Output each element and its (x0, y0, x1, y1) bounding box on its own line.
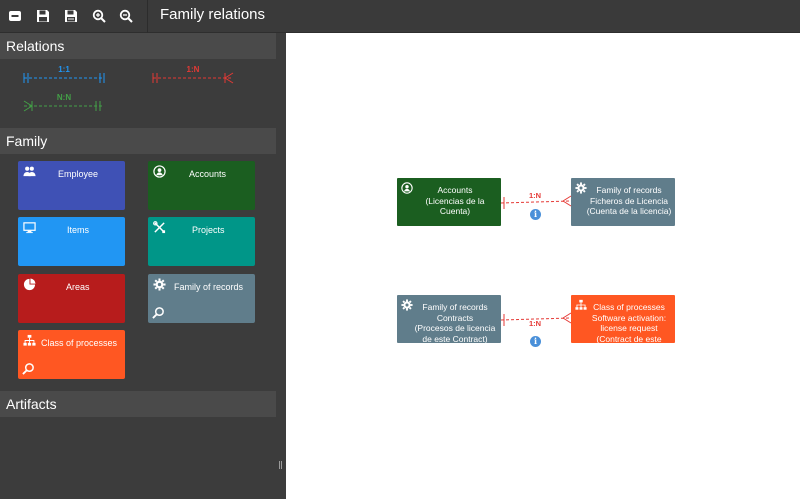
node-family-of-records-ficheros[interactable]: Family of records Ficheros de Licencia (… (571, 178, 675, 226)
zoom-in-button[interactable] (90, 7, 108, 25)
search-icon[interactable] (152, 306, 165, 319)
node-line: Family of records (422, 302, 488, 312)
family-tile-areas[interactable]: Areas (18, 274, 125, 323)
node-line: Family of records (596, 185, 662, 195)
relation-one-to-many-label: 1:N (186, 65, 200, 74)
family-tile-label: Employee (58, 169, 99, 179)
family-tile-label: Areas (66, 282, 90, 292)
tools-icon (153, 221, 166, 234)
node-line: Ficheros de Licencia (590, 195, 668, 206)
family-header[interactable]: Family (0, 128, 276, 154)
diagram-canvas[interactable]: 1:N i 1:N i Accounts (Licencias de la Cu… (286, 33, 800, 499)
connection-label: 1:N (529, 319, 542, 328)
zoom-out-icon (119, 9, 133, 23)
sidebar: Relations 1:1 1:N N:N Family Employee Ac… (0, 33, 276, 499)
connections-layer (500, 195, 572, 326)
node-line: (Contract de este (596, 333, 662, 344)
minus-square-icon (9, 11, 21, 21)
node-line: Software activation: (591, 312, 667, 323)
family-tile-accounts[interactable]: Accounts (148, 161, 255, 210)
family-tile-label: Projects (192, 225, 225, 235)
node-line: Class of processes (593, 302, 665, 312)
family-tile-class-of-processes[interactable]: Class of processes (18, 330, 125, 379)
node-text: Accounts (Licencias de la Cuenta) (411, 185, 499, 217)
artifacts-header[interactable]: Artifacts (0, 391, 276, 417)
hierarchy-icon (23, 334, 36, 346)
node-text: Class of processes Software activation: … (585, 302, 673, 344)
zoom-in-icon (92, 9, 106, 23)
info-icon[interactable]: i (530, 336, 541, 347)
people-icon (23, 166, 36, 177)
node-line: Cuenta) (439, 206, 471, 216)
search-icon[interactable] (22, 362, 35, 375)
toolbar-separator (147, 0, 148, 33)
node-accounts[interactable]: Accounts (Licencias de la Cuenta) (397, 178, 501, 226)
gear-icon (153, 278, 166, 291)
node-line: de este Contract) (422, 333, 488, 344)
family-tile-label: Accounts (189, 169, 227, 179)
node-class-of-processes[interactable]: Class of processes Software activation: … (571, 295, 675, 344)
family-tile-label: Class of processes (41, 338, 118, 348)
node-line: license request (600, 323, 658, 333)
relations-header[interactable]: Relations (0, 33, 276, 59)
connection-label: 1:N (529, 191, 542, 200)
info-icon[interactable]: i (530, 209, 541, 220)
family-tile-family-of-records[interactable]: Family of records (148, 274, 255, 323)
family-tile-items[interactable]: Items (18, 217, 125, 266)
minimize-button[interactable] (6, 7, 24, 25)
node-line: Accounts (437, 185, 473, 195)
pie-chart-icon (23, 278, 36, 291)
user-circle-icon (153, 165, 166, 178)
panel-resizer[interactable] (276, 33, 286, 499)
node-line: Contracts (436, 312, 474, 323)
node-line: (Cuenta de la licencia) (586, 206, 672, 216)
resize-grip-icon (279, 461, 282, 469)
node-text: Family of records Contracts (Procesos de… (411, 302, 499, 344)
relation-one-to-one[interactable]: 1:1 (22, 65, 106, 85)
node-family-of-records-contracts[interactable]: Family of records Contracts (Procesos de… (397, 295, 501, 344)
relation-one-to-many[interactable]: 1:N (151, 65, 235, 85)
save-icon (37, 10, 49, 22)
toolbar: Family relations (0, 0, 800, 33)
node-line: (Procesos de licencia (414, 323, 496, 333)
save-as-icon (65, 10, 77, 22)
relation-one-to-one-label: 1:1 (58, 65, 70, 74)
family-tile-projects[interactable]: Projects (148, 217, 255, 266)
save-button[interactable] (34, 7, 52, 25)
zoom-out-button[interactable] (117, 7, 135, 25)
family-tile-label: Items (67, 225, 90, 235)
node-text: Family of records Ficheros de Licencia (… (585, 185, 673, 217)
relation-many-to-many-label: N:N (56, 93, 72, 102)
monitor-icon (23, 222, 36, 234)
family-tile-employee[interactable]: Employee (18, 161, 125, 210)
save-as-button[interactable] (62, 7, 80, 25)
relation-many-to-many[interactable]: N:N (22, 93, 106, 113)
page-title: Family relations (160, 6, 266, 23)
family-tile-label: Family of records (174, 282, 244, 292)
node-line: (Licencias de la (425, 195, 485, 206)
